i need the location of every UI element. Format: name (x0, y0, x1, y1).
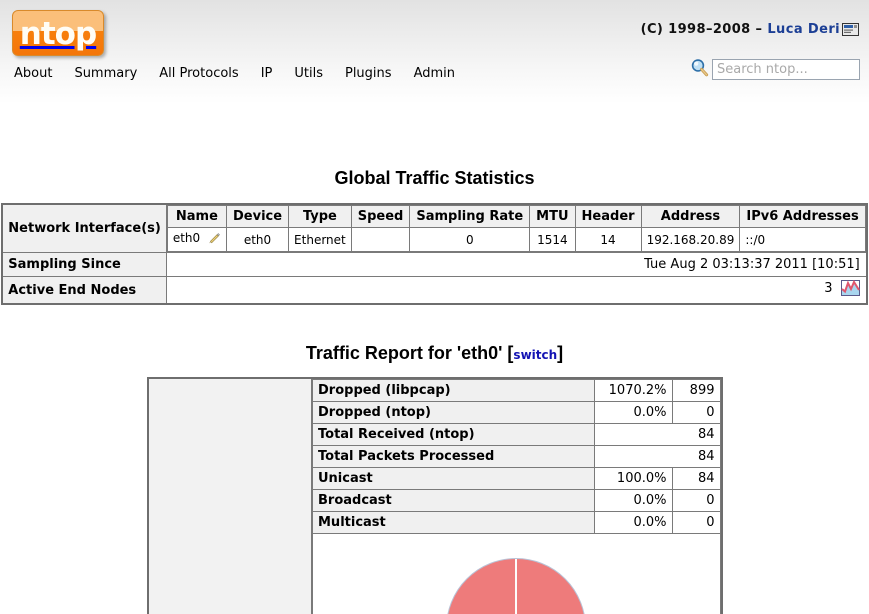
stat-label-multicast: Multicast (312, 511, 595, 534)
copyright-notice: (C) 1998–2008 – Luca Deri (641, 22, 859, 40)
traffic-report-table: Dropped (libpcap) 1070.2% 899 Dropped (n… (146, 377, 723, 614)
nav-item-summary[interactable]: Summary (74, 66, 137, 81)
pie-slice-divider (515, 559, 518, 614)
global-stats-title: Global Traffic Statistics (334, 168, 535, 188)
table-row: eth0 eth0 Ethernet 0 1514 14 192.168.20.… (166, 227, 866, 252)
cell-header: 14 (574, 227, 642, 252)
nav-item-all-protocols[interactable]: All Protocols (159, 66, 238, 81)
col-name: Name (166, 205, 227, 228)
stat-value-dropped-libpcap: 899 (671, 379, 721, 402)
ntop-logo[interactable]: ntop (12, 10, 104, 56)
col-ipv6: IPv6 Addresses (739, 205, 866, 228)
stat-value-dropped-ntop: 0 (671, 401, 721, 424)
stat-label-dropped-ntop: Dropped (ntop) (312, 401, 595, 424)
network-interfaces-label: Network Interface(s) (1, 203, 167, 253)
table-row: Multicast 0.0% 0 (312, 511, 721, 534)
active-end-nodes-label: Active End Nodes (1, 276, 167, 305)
stat-label-total-received: Total Received (ntop) (312, 423, 595, 446)
col-speed: Speed (350, 205, 411, 228)
page-header: ntop (C) 1998–2008 – Luca Deri About Summ… (0, 0, 869, 96)
cell-interface-name: eth0 (166, 227, 227, 252)
network-interfaces-cell: Name Device Type Speed Sampling Rate MTU… (165, 203, 868, 253)
packet-distribution-pie-chart (312, 533, 721, 614)
cell-type: Ethernet (288, 227, 352, 252)
interface-name-text: eth0 (172, 231, 201, 245)
table-row: Dropped (libpcap) 1070.2% 899 (312, 379, 721, 402)
stat-value-total-received: 84 (593, 423, 721, 446)
nav-item-about[interactable]: About (14, 66, 52, 81)
col-header: Header (574, 205, 642, 228)
cell-speed (350, 227, 411, 252)
traffic-report-row: Dropped (libpcap) 1070.2% 899 Dropped (n… (147, 377, 722, 614)
stat-value-multicast: 0 (671, 511, 721, 534)
cell-ipv6: ::/0 (739, 227, 866, 252)
sampling-since-value: Tue Aug 2 03:13:37 2011 [10:51] (165, 252, 868, 277)
stat-label-dropped-libpcap: Dropped (libpcap) (312, 379, 595, 402)
active-end-nodes-cell: 3 (165, 276, 868, 305)
main-navigation: About Summary All Protocols IP Utils Plugins A… (14, 66, 455, 81)
report-left-panel (147, 377, 312, 614)
stat-value-unicast: 84 (671, 467, 721, 490)
stat-pct-broadcast: 0.0% (593, 489, 673, 512)
table-row: Broadcast 0.0% 0 (312, 489, 721, 512)
col-mtu: MTU (529, 205, 576, 228)
page-root: ntop (C) 1998–2008 – Luca Deri About Summ… (0, 0, 869, 614)
table-row-sampling-since: Sampling Since Tue Aug 2 03:13:37 2011 [… (1, 252, 868, 277)
traffic-report-title-text: Traffic Report for 'eth0' (305, 343, 508, 363)
interface-detail-table: Name Device Type Speed Sampling Rate MTU… (166, 205, 866, 252)
table-row: Dropped (ntop) 0.0% 0 (312, 401, 721, 424)
table-row: Total Packets Processed 84 (312, 445, 721, 468)
search-box (690, 58, 860, 81)
switch-interface-link[interactable]: switch (513, 348, 557, 362)
col-sampling-rate: Sampling Rate (409, 205, 531, 228)
table-row: Total Received (ntop) 84 (312, 423, 721, 446)
active-end-nodes-value: 3 (824, 281, 833, 296)
table-row-active-nodes: Active End Nodes 3 (1, 276, 868, 305)
logo-text: ntop (19, 16, 97, 52)
pencil-icon[interactable] (203, 233, 221, 248)
packet-stats-table: Dropped (libpcap) 1070.2% 899 Dropped (n… (312, 379, 721, 614)
sampling-since-label: Sampling Since (1, 252, 167, 277)
stat-pct-dropped-ntop: 0.0% (593, 401, 673, 424)
global-stats-table: Network Interface(s) Name Device Type Sp… (1, 203, 868, 305)
pie-chart (446, 558, 587, 614)
table-header-row: Name Device Type Speed Sampling Rate MTU… (166, 205, 866, 228)
mail-icon[interactable] (842, 23, 859, 40)
search-icon[interactable] (690, 58, 709, 81)
stat-label-broadcast: Broadcast (312, 489, 595, 512)
author-link[interactable]: Luca Deri (767, 22, 840, 37)
col-device: Device (225, 205, 290, 228)
table-row-interfaces: Network Interface(s) Name Device Type Sp… (1, 203, 868, 253)
cell-address: 192.168.20.89 (640, 227, 741, 252)
stat-pct-dropped-libpcap: 1070.2% (593, 379, 673, 402)
stat-value-total-processed: 84 (593, 445, 721, 468)
cell-sampling-rate: 0 (409, 227, 531, 252)
cell-device: eth0 (225, 227, 290, 252)
stat-value-broadcast: 0 (671, 489, 721, 512)
report-right-panel: Dropped (libpcap) 1070.2% 899 Dropped (n… (311, 377, 722, 614)
table-row-chart (312, 533, 721, 614)
stat-label-total-processed: Total Packets Processed (312, 445, 595, 468)
nav-item-plugins[interactable]: Plugins (345, 66, 392, 81)
col-type: Type (288, 205, 352, 228)
traffic-report-title: Traffic Report for 'eth0' [switch] (0, 343, 869, 364)
cell-mtu: 1514 (529, 227, 576, 252)
stat-pct-multicast: 0.0% (593, 511, 673, 534)
pie-chart-wrap (446, 558, 587, 614)
col-address: Address (640, 205, 741, 228)
nav-item-ip[interactable]: IP (261, 66, 273, 81)
stat-label-unicast: Unicast (312, 467, 595, 490)
nav-item-utils[interactable]: Utils (294, 66, 323, 81)
bracket-close: ] (557, 343, 564, 363)
chart-icon[interactable] (837, 279, 860, 300)
copyright-text: (C) 1998–2008 – (640, 22, 768, 37)
search-input[interactable] (712, 59, 860, 80)
nav-item-admin[interactable]: Admin (414, 66, 455, 81)
stat-pct-unicast: 100.0% (593, 467, 673, 490)
table-row: Unicast 100.0% 84 (312, 467, 721, 490)
